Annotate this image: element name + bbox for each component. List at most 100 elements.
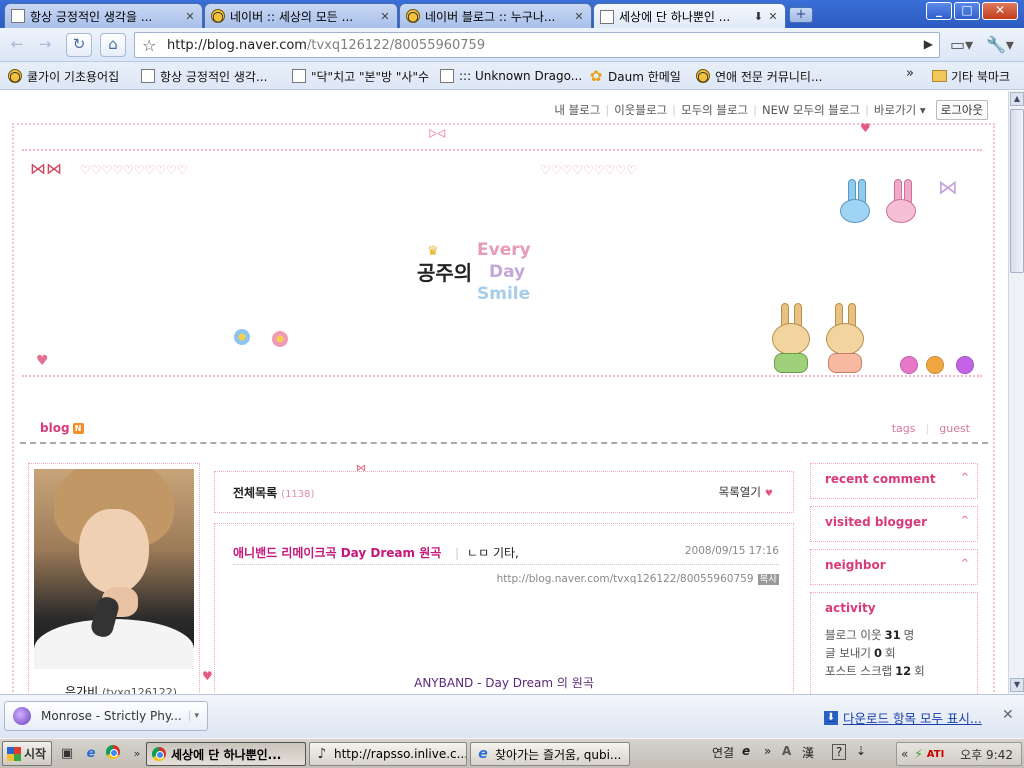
nav-everyone-blog[interactable]: 모두의 블로그 bbox=[681, 102, 748, 118]
show-all-downloads-link[interactable]: ⬇ 다운로드 항목 모두 표시... bbox=[824, 708, 982, 727]
expand-caret-icon[interactable]: ^ bbox=[961, 472, 969, 483]
url-text[interactable]: http://blog.naver.com/tvxq126122/8005596… bbox=[167, 38, 485, 53]
minimize-button[interactable]: _ bbox=[926, 2, 952, 20]
stat-value: 31 bbox=[884, 628, 901, 642]
clock[interactable]: 오후 9:42 bbox=[960, 746, 1013, 763]
guest-link[interactable]: guest bbox=[939, 422, 970, 435]
ime-hanja[interactable]: 漢 bbox=[802, 744, 814, 761]
network-icon[interactable]: ⚡ bbox=[914, 747, 922, 761]
bookmark-item[interactable]: "닥"치고 "본"방 "사"수 bbox=[292, 68, 429, 84]
sidebar-neighbor[interactable]: neighbor ^ bbox=[810, 549, 978, 585]
taskbar-item-player[interactable]: ♪ http://rapsso.inlive.c... bbox=[309, 742, 467, 766]
separator: | bbox=[672, 103, 676, 117]
show-desktop-icon[interactable]: ▣ bbox=[58, 745, 76, 763]
download-icon: ⬇ bbox=[824, 710, 838, 725]
profile-photo[interactable] bbox=[34, 469, 194, 669]
close-tab-icon[interactable]: ✕ bbox=[573, 10, 585, 23]
post-divider bbox=[233, 564, 779, 565]
bookmark-star-icon[interactable]: ☆ bbox=[142, 36, 156, 55]
quicklaunch-overflow[interactable]: » bbox=[128, 745, 146, 763]
scroll-up-arrow-icon[interactable]: ▲ bbox=[1010, 92, 1024, 106]
chrome-quicklaunch-icon[interactable] bbox=[104, 745, 122, 763]
close-tab-icon[interactable]: ✕ bbox=[767, 10, 779, 23]
logout-button[interactable]: 로그아웃 bbox=[935, 100, 988, 120]
ime-help[interactable]: ? bbox=[832, 744, 847, 760]
nav-new-everyone-blog[interactable]: NEW 모두의 블로그 bbox=[762, 102, 860, 118]
naver-bee-icon bbox=[8, 69, 22, 83]
sidebar-visited-blogger[interactable]: visited blogger ^ bbox=[810, 506, 978, 542]
scrollbar-thumb[interactable] bbox=[1010, 109, 1024, 273]
music-icon: ♪ bbox=[317, 746, 327, 762]
download-shelf: Monrose - Strictly Phy... ▾ ⬇ 다운로드 항목 모두… bbox=[0, 694, 1024, 738]
other-bookmarks-folder[interactable]: 기타 북마크 bbox=[932, 68, 1010, 84]
all-posts-title[interactable]: 전체목록 (1138) bbox=[233, 484, 314, 501]
reload-button[interactable]: ↻ bbox=[66, 33, 92, 57]
page-menu-icon[interactable]: ▭▾ bbox=[950, 35, 973, 54]
home-button[interactable]: ⌂ bbox=[100, 33, 126, 57]
bookmark-item[interactable]: 연애 전문 커뮤니티... bbox=[696, 68, 822, 84]
dropdown-arrow-icon[interactable]: ▾ bbox=[189, 711, 199, 721]
back-button[interactable]: ← bbox=[4, 33, 30, 57]
maximize-button[interactable]: □ bbox=[954, 2, 980, 20]
ati-icon[interactable]: ATI bbox=[927, 749, 945, 760]
profile-nickname: 은가비 (tvxq126122) bbox=[65, 683, 177, 694]
vertical-scrollbar[interactable]: ▲ ▼ bbox=[1008, 91, 1024, 694]
close-window-button[interactable]: ✕ bbox=[982, 2, 1018, 20]
tab-1[interactable]: 항상 긍정적인 생각을 ... ✕ bbox=[4, 3, 203, 28]
nav-my-blog[interactable]: 내 블로그 bbox=[554, 102, 600, 118]
sidebar-recent-comment[interactable]: recent comment ^ bbox=[810, 463, 978, 499]
scroll-down-arrow-icon[interactable]: ▼ bbox=[1010, 678, 1024, 692]
ime-menu-icon[interactable]: ⇣ bbox=[856, 744, 866, 758]
blog-link[interactable]: blog bbox=[40, 421, 70, 435]
download-item[interactable]: Monrose - Strictly Phy... ▾ bbox=[4, 701, 208, 731]
ie-icon[interactable]: e bbox=[742, 744, 750, 758]
post-title[interactable]: 애니밴드 리메이크곡 Day Dream 원곡 bbox=[233, 544, 441, 561]
wrench-menu-icon[interactable]: 🔧▾ bbox=[986, 35, 1014, 54]
taskbar-item-ie[interactable]: e 찾아가는 즐거움, qubi... bbox=[470, 742, 630, 766]
post-permalink[interactable]: http://blog.naver.com/tvxq126122/8005596… bbox=[497, 573, 754, 585]
ime-overflow[interactable]: » bbox=[764, 744, 771, 758]
tags-link[interactable]: tags bbox=[892, 422, 916, 435]
expand-caret-icon[interactable]: ^ bbox=[961, 558, 969, 569]
bookmarks-overflow-button[interactable]: » bbox=[906, 66, 914, 81]
connect-label[interactable]: 연결 bbox=[712, 744, 734, 761]
close-tab-icon[interactable]: ✕ bbox=[184, 10, 196, 23]
new-tab-button[interactable]: + bbox=[789, 7, 813, 23]
address-bar[interactable]: ☆ http://blog.naver.com/tvxq126122/80055… bbox=[134, 32, 940, 58]
close-shelf-icon[interactable]: ✕ bbox=[1002, 707, 1014, 723]
ime-mode-a[interactable]: A bbox=[782, 744, 791, 758]
tray-expand-button[interactable]: « bbox=[901, 747, 908, 761]
go-arrow-icon[interactable]: ▶ bbox=[924, 37, 933, 51]
bookmark-item[interactable]: 항상 긍정적인 생각... bbox=[141, 68, 267, 84]
ie-icon[interactable]: e bbox=[82, 745, 100, 763]
neighbor-heading: neighbor bbox=[825, 558, 886, 572]
tab-title: 네이버 블로그 :: 누구나... bbox=[425, 9, 556, 24]
expand-caret-icon[interactable]: ^ bbox=[961, 515, 969, 526]
stat-value: 0 bbox=[873, 646, 882, 660]
bookmark-item[interactable]: ✿ Daum 한메일 bbox=[589, 68, 681, 84]
tab-2[interactable]: 네이버 :: 세상의 모든 ... ✕ bbox=[204, 3, 398, 28]
bookmark-item[interactable]: ::: Unknown Drago... bbox=[440, 68, 582, 84]
blog-subnav: blog N bbox=[40, 421, 84, 435]
all-posts-label: 전체목록 bbox=[233, 486, 278, 500]
bookmark-label: 항상 긍정적인 생각... bbox=[160, 69, 268, 84]
category-label: ㄴㅁ 기타, bbox=[467, 546, 519, 560]
post-category[interactable]: | ㄴㅁ 기타, bbox=[455, 544, 519, 561]
tab-strip: 항상 긍정적인 생각을 ... ✕ 네이버 :: 세상의 모든 ... ✕ 네이… bbox=[0, 0, 1024, 29]
forward-button[interactable]: → bbox=[32, 33, 58, 57]
start-button[interactable]: 시작 bbox=[2, 741, 52, 766]
open-list-button[interactable]: 목록열기 ♥ bbox=[719, 484, 773, 500]
tab-3[interactable]: 네이버 블로그 :: 누구나... ✕ bbox=[399, 3, 592, 28]
tab-title: 항상 긍정적인 생각을 ... bbox=[30, 9, 153, 24]
copy-url-button[interactable]: 복사 bbox=[757, 574, 779, 585]
tab-4-active[interactable]: 세상에 단 하나뿐인 ... ⬇ ✕ bbox=[593, 3, 786, 29]
heart-icon: ♥ bbox=[860, 121, 871, 135]
daum-flower-icon: ✿ bbox=[589, 67, 603, 85]
close-tab-icon[interactable]: ✕ bbox=[379, 10, 391, 23]
banner-smile: Smile bbox=[477, 284, 531, 304]
nav-shortcut-dropdown[interactable]: 바로가기 ▾ bbox=[874, 102, 926, 118]
open-list-label: 목록열기 bbox=[718, 485, 761, 499]
taskbar-item-chrome[interactable]: 세상에 단 하나뿐인... bbox=[146, 742, 306, 766]
bookmark-item[interactable]: 쿨가이 기초용어집 bbox=[8, 68, 119, 84]
nav-neighbor-blog[interactable]: 이웃블로그 bbox=[614, 102, 667, 118]
